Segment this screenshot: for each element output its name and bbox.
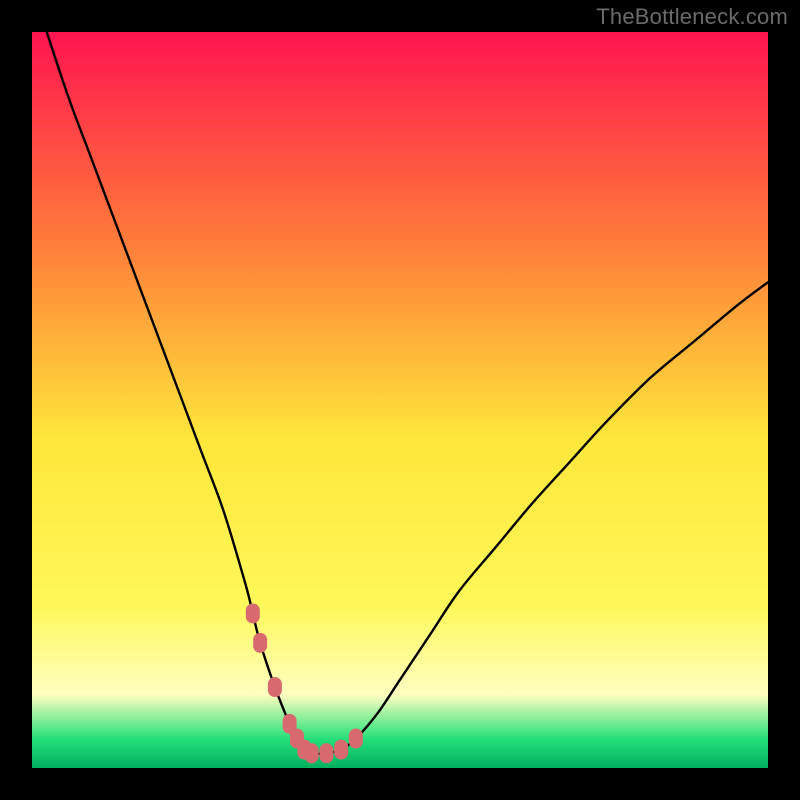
gradient-background [32,32,768,768]
curve-marker [319,743,333,763]
curve-marker [349,729,363,749]
plot-area [32,32,768,768]
watermark-text: TheBottleneck.com [596,4,788,30]
chart-stage: TheBottleneck.com [0,0,800,800]
bottleneck-curve-chart [32,32,768,768]
curve-marker [253,633,267,653]
curve-marker [305,743,319,763]
curve-marker [268,677,282,697]
curve-marker [246,603,260,623]
curve-marker [334,740,348,760]
